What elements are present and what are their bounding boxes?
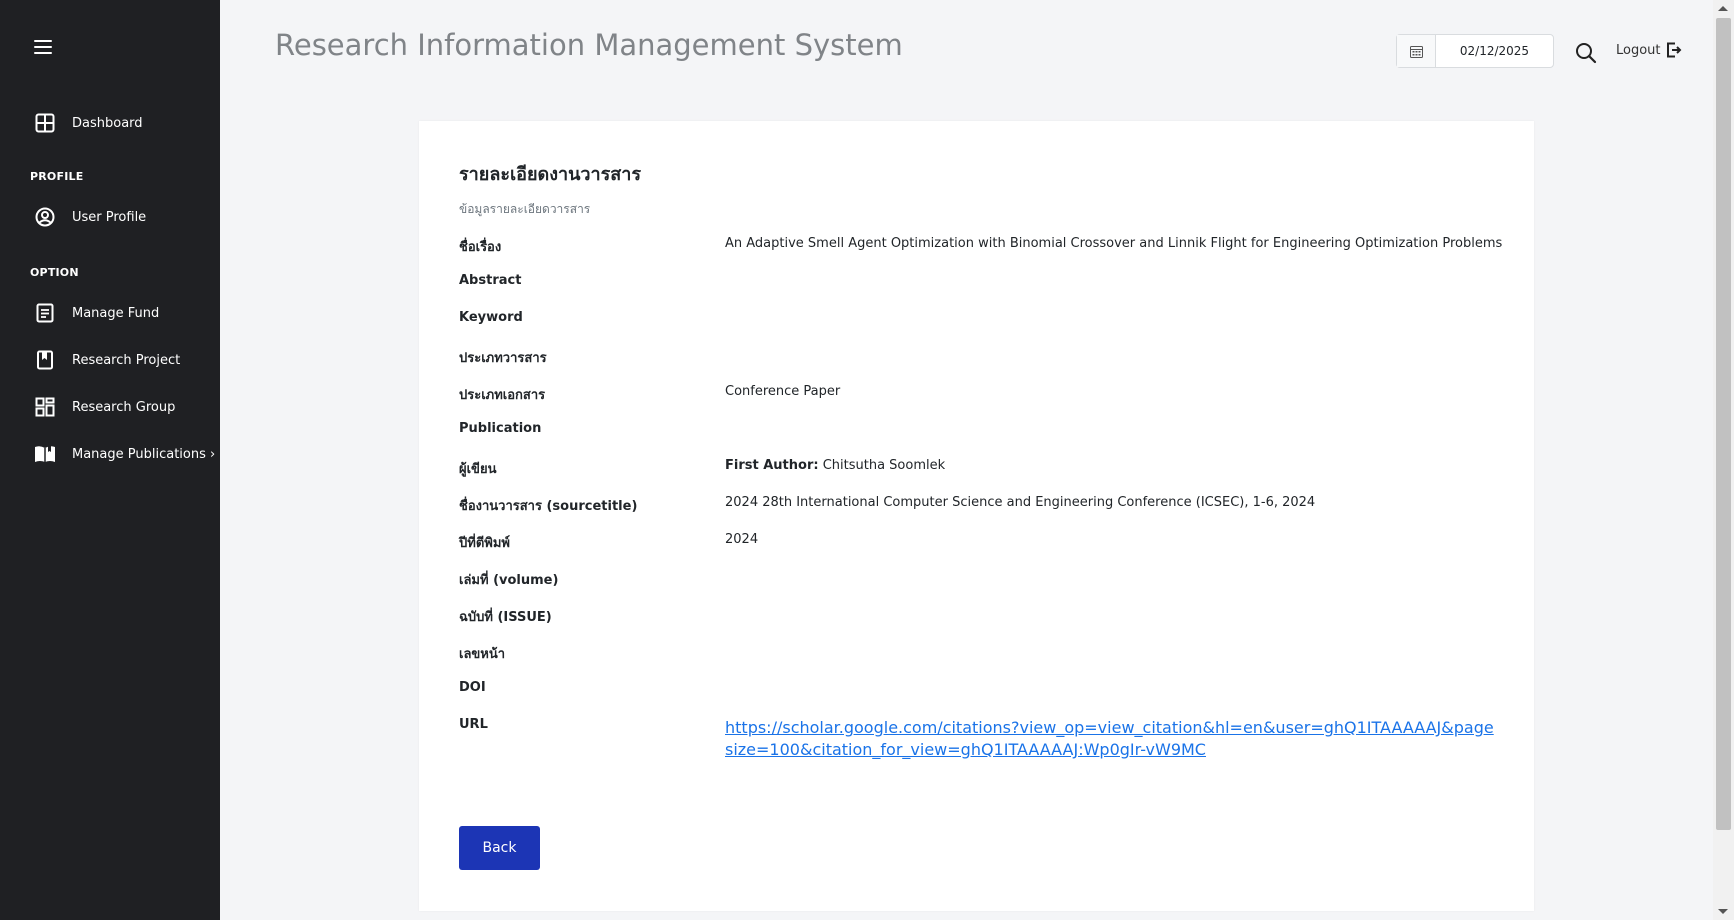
- sidebar-item-label: User Profile: [72, 209, 147, 225]
- date-picker[interactable]: 02/12/2025: [1396, 34, 1554, 68]
- field-label: Keyword: [459, 310, 523, 325]
- page-title: รายละเอียดงานวารสาร: [459, 164, 642, 185]
- field-value: 2024 28th International Computer Science…: [725, 495, 1316, 510]
- field-label: เลขหน้า: [459, 647, 506, 662]
- sidebar-item-user-profile[interactable]: User Profile: [34, 206, 146, 228]
- sidebar: Dashboard PROFILE User Profile OPTION Ma…: [0, 0, 220, 920]
- user-circle-icon: [34, 206, 56, 228]
- field-value: First Author: Chitsutha Soomlek: [725, 458, 1499, 473]
- field-label: Abstract: [459, 273, 522, 288]
- logout-button[interactable]: Logout: [1616, 42, 1682, 58]
- field-label: ชื่องานวารสาร (sourcetitle): [459, 499, 638, 514]
- grid-group-icon: [34, 396, 56, 418]
- bookmark-icon: [34, 349, 56, 371]
- calendar-icon[interactable]: [1397, 35, 1436, 67]
- open-book-icon: [34, 443, 56, 465]
- field-label: ผู้เขียน: [459, 462, 497, 477]
- sidebar-item-label: Dashboard: [72, 115, 143, 131]
- logout-icon: [1666, 42, 1682, 58]
- field-label: ประเภทเอกสาร: [459, 388, 546, 403]
- dashboard-icon: [34, 112, 56, 134]
- sidebar-item-label: Research Project: [72, 352, 181, 368]
- author-name: Chitsutha Soomlek: [818, 458, 946, 473]
- back-button[interactable]: Back: [459, 826, 540, 870]
- scroll-down-arrow-icon[interactable]: [1718, 909, 1728, 914]
- search-icon[interactable]: [1575, 42, 1597, 64]
- field-label: URL: [459, 717, 488, 732]
- scroll-up-arrow-icon[interactable]: [1718, 6, 1728, 11]
- field-value: 2024: [725, 532, 759, 547]
- field-label: ปีที่ตีพิมพ์: [459, 536, 510, 551]
- section-label-option: OPTION: [30, 266, 79, 279]
- sidebar-item-research-project[interactable]: Research Project: [34, 349, 180, 371]
- field-value: Conference Paper: [725, 384, 841, 399]
- document-list-icon: [34, 302, 56, 324]
- sidebar-item-research-group[interactable]: Research Group: [34, 396, 175, 418]
- section-label-profile: PROFILE: [30, 170, 84, 183]
- field-label: ประเภทวารสาร: [459, 351, 547, 366]
- field-label: Publication: [459, 421, 542, 436]
- scroll-thumb[interactable]: [1716, 18, 1731, 830]
- field-label: DOI: [459, 680, 486, 695]
- app-title: Research Information Management System: [275, 28, 903, 62]
- field-value: An Adaptive Smell Agent Optimization wit…: [725, 236, 1503, 251]
- publication-detail-card: รายละเอียดงานวารสาร ข้อมูลรายละเอียดวารส…: [419, 121, 1534, 911]
- url-link[interactable]: https://scholar.google.com/citations?vie…: [725, 717, 1499, 761]
- field-label: ชื่อเรื่อง: [459, 240, 502, 255]
- sidebar-item-dashboard[interactable]: Dashboard: [34, 112, 143, 134]
- field-label: ฉบับที่ (ISSUE): [459, 610, 552, 625]
- page-subtitle: ข้อมูลรายละเอียดวารสาร: [459, 202, 591, 216]
- date-value[interactable]: 02/12/2025: [1436, 35, 1553, 67]
- sidebar-item-label: Research Group: [72, 399, 176, 415]
- sidebar-item-label: Manage Publications ›: [72, 446, 216, 462]
- author-role: First Author:: [725, 458, 819, 473]
- field-label: เล่มที่ (volume): [459, 573, 559, 588]
- page-scrollbar[interactable]: [1713, 0, 1734, 920]
- sidebar-item-manage-fund[interactable]: Manage Fund: [34, 302, 159, 324]
- sidebar-item-label: Manage Fund: [72, 305, 160, 321]
- sidebar-item-manage-publications[interactable]: Manage Publications ›: [34, 443, 215, 465]
- menu-toggle-icon[interactable]: [34, 40, 52, 56]
- logout-label: Logout: [1616, 42, 1661, 58]
